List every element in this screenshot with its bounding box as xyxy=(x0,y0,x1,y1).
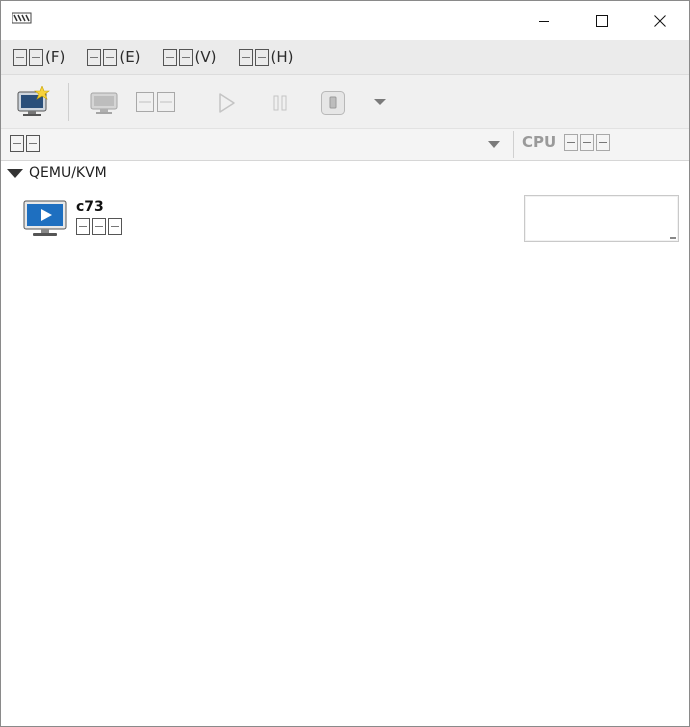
cjk-glyph xyxy=(580,133,595,151)
open-console-icon xyxy=(90,92,118,114)
expander-arrow-icon[interactable] xyxy=(7,168,23,178)
virt-manager-icon xyxy=(11,12,32,28)
pause-icon xyxy=(273,95,287,111)
open-label-icon xyxy=(136,92,175,112)
cjk-glyph xyxy=(103,48,118,66)
minimize-button[interactable] xyxy=(515,1,573,40)
column-cpu-header[interactable]: CPU xyxy=(522,133,612,151)
new-vm-button[interactable] xyxy=(13,84,53,120)
maximize-icon xyxy=(596,14,608,27)
shutdown-menu-dropdown[interactable] xyxy=(371,93,389,111)
cpu-usage-graph xyxy=(524,195,679,242)
menu-edit-label: (E) xyxy=(119,48,141,66)
cjk-glyph xyxy=(596,133,611,151)
maximize-button[interactable] xyxy=(573,1,631,40)
menu-view-label: (V) xyxy=(194,48,217,66)
sort-arrow-icon[interactable] xyxy=(488,141,500,148)
cjk-glyph xyxy=(26,135,40,152)
list-header: CPU xyxy=(1,128,689,161)
cjk-glyph xyxy=(29,48,43,66)
cjk-glyph xyxy=(254,48,269,66)
column-divider[interactable] xyxy=(513,131,514,158)
main-window: (F) (E) (V) (H) CPU QEMU/KVM c73 xyxy=(0,0,690,727)
run-button[interactable] xyxy=(211,89,241,117)
open-label-button[interactable] xyxy=(134,89,178,115)
open-console-button[interactable] xyxy=(86,88,122,118)
cjk-glyph xyxy=(238,48,253,66)
cjk-glyph xyxy=(108,218,122,235)
menu-view[interactable]: (V) xyxy=(162,40,218,74)
dropdown-arrow-icon xyxy=(374,99,386,105)
connection-row[interactable]: QEMU/KVM xyxy=(7,165,107,181)
cjk-glyph xyxy=(87,48,102,66)
minimize-icon xyxy=(539,20,549,22)
menu-help-label: (H) xyxy=(270,48,294,66)
cjk-glyph xyxy=(13,48,27,66)
cpu-header-label: CPU xyxy=(522,133,557,151)
shutdown-button[interactable] xyxy=(317,88,349,118)
pause-button[interactable] xyxy=(265,89,295,117)
vm-running-icon xyxy=(23,200,67,242)
cjk-glyph xyxy=(76,218,90,235)
connection-label: QEMU/KVM xyxy=(29,165,107,181)
close-button[interactable] xyxy=(631,1,689,40)
column-name-header[interactable] xyxy=(10,135,42,152)
menu-edit[interactable]: (E) xyxy=(86,40,141,74)
menu-file-label: (F) xyxy=(45,48,66,66)
close-icon xyxy=(654,14,666,27)
toolbar-separator xyxy=(68,83,69,121)
menu-bar: (F) (E) (V) (H) xyxy=(1,40,689,74)
resize-grip-icon xyxy=(670,234,676,239)
menu-file[interactable]: (F) xyxy=(12,40,66,74)
toolbar xyxy=(1,74,689,129)
run-icon xyxy=(219,93,235,113)
vm-status xyxy=(76,218,124,235)
cjk-glyph xyxy=(10,135,24,152)
cjk-glyph xyxy=(178,48,193,66)
menu-help[interactable]: (H) xyxy=(238,40,295,74)
cjk-glyph xyxy=(162,48,177,66)
new-vm-icon xyxy=(17,86,50,116)
vm-row[interactable]: c73 xyxy=(23,198,493,244)
title-bar[interactable] xyxy=(1,1,689,40)
cjk-glyph xyxy=(564,133,579,151)
shutdown-icon xyxy=(321,91,345,115)
cjk-glyph xyxy=(92,218,106,235)
vm-name: c73 xyxy=(76,199,104,215)
